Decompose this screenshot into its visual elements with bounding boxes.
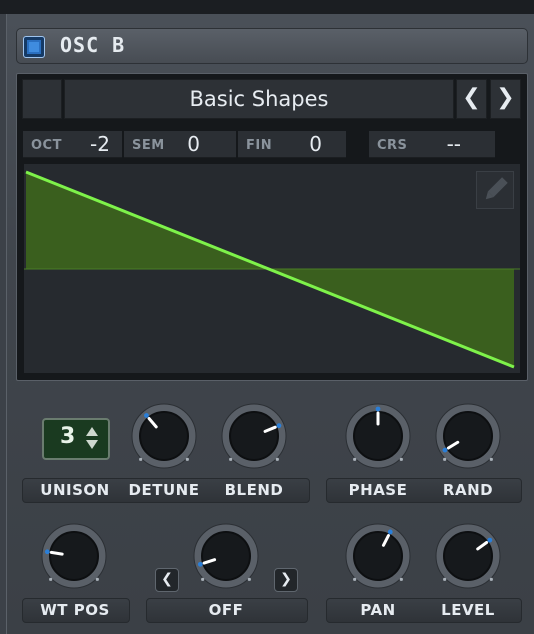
fine-label: FIN <box>246 138 273 153</box>
wt-pos-label: WT POS <box>40 601 110 619</box>
chevron-left-icon: ❮ <box>161 571 173 587</box>
wt-pos-knob[interactable] <box>38 520 110 592</box>
semitone-label: SEM <box>132 138 165 153</box>
blend-label: BLEND <box>224 481 284 499</box>
off-next-button[interactable]: ❯ <box>274 568 298 592</box>
knob-graphic <box>435 523 501 589</box>
chevron-right-icon: ❯ <box>496 85 515 110</box>
phase-knob[interactable] <box>342 400 414 472</box>
phase-label: PHASE <box>348 481 408 499</box>
coarse-value: -- <box>446 132 461 156</box>
knob-graphic <box>221 403 287 469</box>
next-wavetable-button[interactable]: ❯ <box>490 79 521 119</box>
pan-label: PAN <box>360 601 396 619</box>
detune-label: DETUNE <box>128 481 200 499</box>
knob-graphic <box>345 523 411 589</box>
waveform-graph[interactable] <box>24 164 520 373</box>
unison-voices-field[interactable]: 3 <box>42 418 110 460</box>
semitone-value: 0 <box>187 132 200 156</box>
octave-field[interactable]: OCT -2 <box>23 131 122 158</box>
wavetable-menu-button[interactable] <box>22 79 62 119</box>
prev-wavetable-button[interactable]: ❮ <box>456 79 487 119</box>
off-knob[interactable] <box>190 520 262 592</box>
waveform-svg <box>24 170 520 369</box>
off-label: OFF <box>208 601 244 619</box>
osc-header: OSC B <box>16 28 528 64</box>
edit-wavetable-button[interactable] <box>476 171 514 209</box>
osc-enable-toggle[interactable] <box>23 36 45 58</box>
unison-value: 3 <box>60 424 76 449</box>
unison-label: UNISON <box>40 481 110 499</box>
level-knob[interactable] <box>432 520 504 592</box>
pan-knob[interactable] <box>342 520 414 592</box>
knob-graphic <box>345 403 411 469</box>
window-top-strip <box>0 0 534 14</box>
osc-title: OSC B <box>60 33 126 57</box>
fine-field[interactable]: FIN 0 <box>238 131 346 158</box>
chevron-left-icon: ❮ <box>462 85 481 110</box>
knob-graphic <box>41 523 107 589</box>
semitone-field[interactable]: SEM 0 <box>124 131 236 158</box>
coarse-label: CRS <box>377 138 408 153</box>
blend-knob[interactable] <box>218 400 290 472</box>
knob-graphic <box>435 403 501 469</box>
wavetable-name[interactable]: Basic Shapes <box>64 79 454 119</box>
pencil-icon <box>485 177 508 200</box>
off-prev-button[interactable]: ❮ <box>155 568 179 592</box>
rand-label: RAND <box>442 481 494 499</box>
stepper-icon[interactable] <box>85 424 99 452</box>
rand-knob[interactable] <box>432 400 504 472</box>
knob-graphic <box>131 403 197 469</box>
fine-value: 0 <box>309 132 322 156</box>
detune-knob[interactable] <box>128 400 200 472</box>
octave-label: OCT <box>31 138 62 153</box>
octave-value: -2 <box>90 132 110 156</box>
chevron-right-icon: ❯ <box>280 571 292 587</box>
coarse-field[interactable]: CRS -- <box>369 131 495 158</box>
knob-graphic <box>193 523 259 589</box>
level-label: LEVEL <box>441 601 495 619</box>
